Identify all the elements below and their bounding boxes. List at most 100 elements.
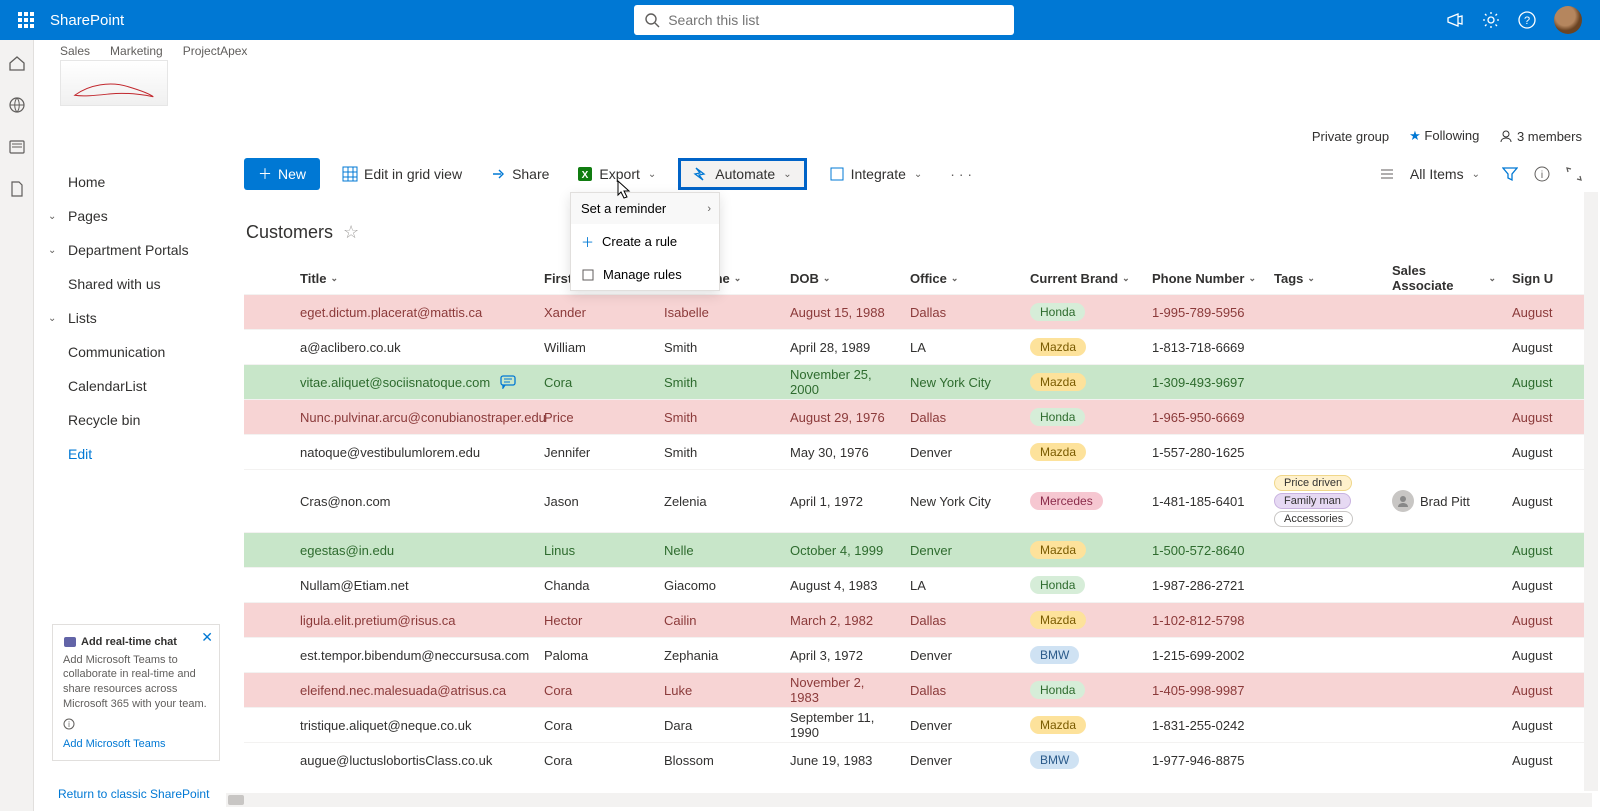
promo-link[interactable]: Add Microsoft Teams: [63, 738, 209, 750]
cell-firstname: Cora: [536, 718, 656, 733]
cell-phone: 1-987-286-2721: [1144, 578, 1266, 593]
table-row[interactable]: tristique.aliquet@neque.co.ukCoraDaraSep…: [244, 707, 1592, 742]
vertical-scrollbar[interactable]: [1584, 192, 1598, 791]
favorite-icon[interactable]: ☆: [343, 222, 359, 243]
dd-manage-rules[interactable]: Manage rules: [571, 259, 719, 290]
cell-lastname: Giacomo: [656, 578, 782, 593]
nav-recycle-bin[interactable]: Recycle bin: [40, 403, 216, 437]
cell-tags: Price drivenFamily manAccessories: [1266, 470, 1384, 532]
table-row[interactable]: egestas@in.eduLinusNelleOctober 4, 1999D…: [244, 532, 1592, 567]
help-icon[interactable]: ?: [1518, 11, 1536, 29]
site-logo[interactable]: [60, 60, 168, 106]
cell-office: Denver: [902, 648, 1022, 663]
table-row[interactable]: Cras@non.comJasonZeleniaApril 1, 1972New…: [244, 469, 1592, 532]
cell-brand: Mazda: [1022, 443, 1144, 461]
col-brand[interactable]: Current Brand⌄: [1022, 271, 1144, 286]
new-button[interactable]: ＋New: [244, 158, 320, 190]
cell-lastname: Nelle: [656, 543, 782, 558]
table-row[interactable]: natoque@vestibulumlorem.eduJenniferSmith…: [244, 434, 1592, 469]
cell-phone: 1-215-699-2002: [1144, 648, 1266, 663]
cell-firstname: Xander: [536, 305, 656, 320]
cell-title[interactable]: eleifend.nec.malesuada@atrisus.ca: [292, 683, 536, 698]
table-row[interactable]: eleifend.nec.malesuada@atrisus.caCoraLuk…: [244, 672, 1592, 707]
crumb-projectapex[interactable]: ProjectApex: [183, 44, 248, 58]
table-row[interactable]: augue@luctuslobortisClass.co.ukCoraBloss…: [244, 742, 1592, 777]
dd-create-rule[interactable]: ＋Create a rule: [571, 224, 719, 259]
app-launcher-icon[interactable]: [8, 2, 44, 38]
nav-communication[interactable]: Communication: [40, 335, 216, 369]
info-icon[interactable]: i: [1534, 166, 1550, 182]
nav-shared-with-us[interactable]: Shared with us: [40, 267, 216, 301]
megaphone-icon[interactable]: [1446, 11, 1464, 29]
nav-pages[interactable]: ⌄Pages: [40, 199, 216, 233]
automate-button[interactable]: Automate⌄: [678, 158, 806, 190]
cell-title[interactable]: Nullam@Etiam.net: [292, 578, 536, 593]
nav-department-portals[interactable]: ⌄Department Portals: [40, 233, 216, 267]
cell-title[interactable]: natoque@vestibulumlorem.edu: [292, 445, 536, 460]
cell-lastname: Cailin: [656, 613, 782, 628]
cell-brand: Honda: [1022, 681, 1144, 699]
cell-title[interactable]: augue@luctuslobortisClass.co.uk: [292, 753, 536, 768]
table-row[interactable]: Nullam@Etiam.netChandaGiacomoAugust 4, 1…: [244, 567, 1592, 602]
cell-title[interactable]: Cras@non.com: [292, 494, 536, 509]
close-icon[interactable]: ✕: [201, 629, 213, 646]
cell-firstname: William: [536, 340, 656, 355]
filter-icon[interactable]: [1502, 166, 1518, 182]
col-office[interactable]: Office⌄: [902, 271, 1022, 286]
col-title[interactable]: Title⌄: [292, 271, 536, 286]
cell-title[interactable]: Nunc.pulvinar.arcu@conubianostraper.edu: [292, 410, 536, 425]
more-button[interactable]: · · ·: [944, 162, 978, 186]
crumb-marketing[interactable]: Marketing: [110, 44, 163, 58]
cell-title[interactable]: eget.dictum.placerat@mattis.ca: [292, 305, 536, 320]
news-icon[interactable]: [8, 138, 26, 156]
table-row[interactable]: a@aclibero.co.ukWilliamSmithApril 28, 19…: [244, 329, 1592, 364]
cell-lastname: Zelenia: [656, 494, 782, 509]
table-row[interactable]: eget.dictum.placerat@mattis.caXanderIsab…: [244, 294, 1592, 329]
col-signup[interactable]: Sign U: [1504, 271, 1564, 286]
promo-body: Add Microsoft Teams to collaborate in re…: [63, 653, 209, 712]
cell-title[interactable]: est.tempor.bibendum@neccursusa.com: [292, 648, 536, 663]
col-associate[interactable]: Sales Associate⌄: [1384, 263, 1504, 293]
table-row[interactable]: ligula.elit.pretium@risus.caHectorCailin…: [244, 602, 1592, 637]
integrate-button[interactable]: Integrate⌄: [823, 162, 929, 186]
follow-toggle[interactable]: ★ Following: [1409, 128, 1479, 144]
col-dob[interactable]: DOB⌄: [782, 271, 902, 286]
user-avatar[interactable]: [1554, 6, 1582, 34]
crumb-sales[interactable]: Sales: [60, 44, 90, 58]
nav-home[interactable]: Home: [40, 165, 216, 199]
expand-icon[interactable]: [1566, 166, 1582, 182]
files-icon[interactable]: [8, 180, 26, 198]
nav-calendarlist[interactable]: CalendarList: [40, 369, 216, 403]
members-link[interactable]: 3 members: [1499, 129, 1582, 144]
table-row[interactable]: vitae.aliquet@sociisnatoque.comCoraSmith…: [244, 364, 1592, 399]
cell-title[interactable]: ligula.elit.pretium@risus.ca: [292, 613, 536, 628]
breadcrumb: Sales Marketing ProjectApex: [60, 44, 247, 58]
brand-label[interactable]: SharePoint: [50, 12, 124, 29]
svg-text:i: i: [1541, 170, 1543, 181]
nav-edit[interactable]: Edit: [40, 437, 216, 471]
cell-title[interactable]: tristique.aliquet@neque.co.uk: [292, 718, 536, 733]
home-icon[interactable]: [8, 54, 26, 72]
cell-title[interactable]: egestas@in.edu: [292, 543, 536, 558]
view-selector[interactable]: All Items⌄: [1374, 162, 1486, 186]
table-row[interactable]: Nunc.pulvinar.arcu@conubianostraper.eduP…: [244, 399, 1592, 434]
cell-tags: [1266, 616, 1384, 624]
cell-title[interactable]: vitae.aliquet@sociisnatoque.com: [292, 375, 536, 390]
globe-icon[interactable]: [8, 96, 26, 114]
comment-icon[interactable]: [500, 375, 516, 389]
cell-title[interactable]: a@aclibero.co.uk: [292, 340, 536, 355]
table-header: Title⌄ First Name⌄ Last Name⌄ DOB⌄ Offic…: [244, 262, 1592, 294]
settings-icon[interactable]: [1482, 11, 1500, 29]
col-phone[interactable]: Phone Number⌄: [1144, 271, 1266, 286]
return-classic-link[interactable]: Return to classic SharePoint: [58, 787, 209, 801]
cell-brand: Mazda: [1022, 611, 1144, 629]
dd-set-reminder[interactable]: Set a reminder›: [571, 193, 719, 224]
search-input[interactable]: [634, 5, 1014, 35]
cell-firstname: Cora: [536, 683, 656, 698]
share-button[interactable]: Share: [484, 162, 555, 186]
horizontal-scrollbar[interactable]: [226, 793, 1592, 807]
edit-grid-button[interactable]: Edit in grid view: [336, 162, 468, 186]
table-row[interactable]: est.tempor.bibendum@neccursusa.comPaloma…: [244, 637, 1592, 672]
nav-lists[interactable]: ⌄Lists: [40, 301, 216, 335]
col-tags[interactable]: Tags⌄: [1266, 271, 1384, 286]
